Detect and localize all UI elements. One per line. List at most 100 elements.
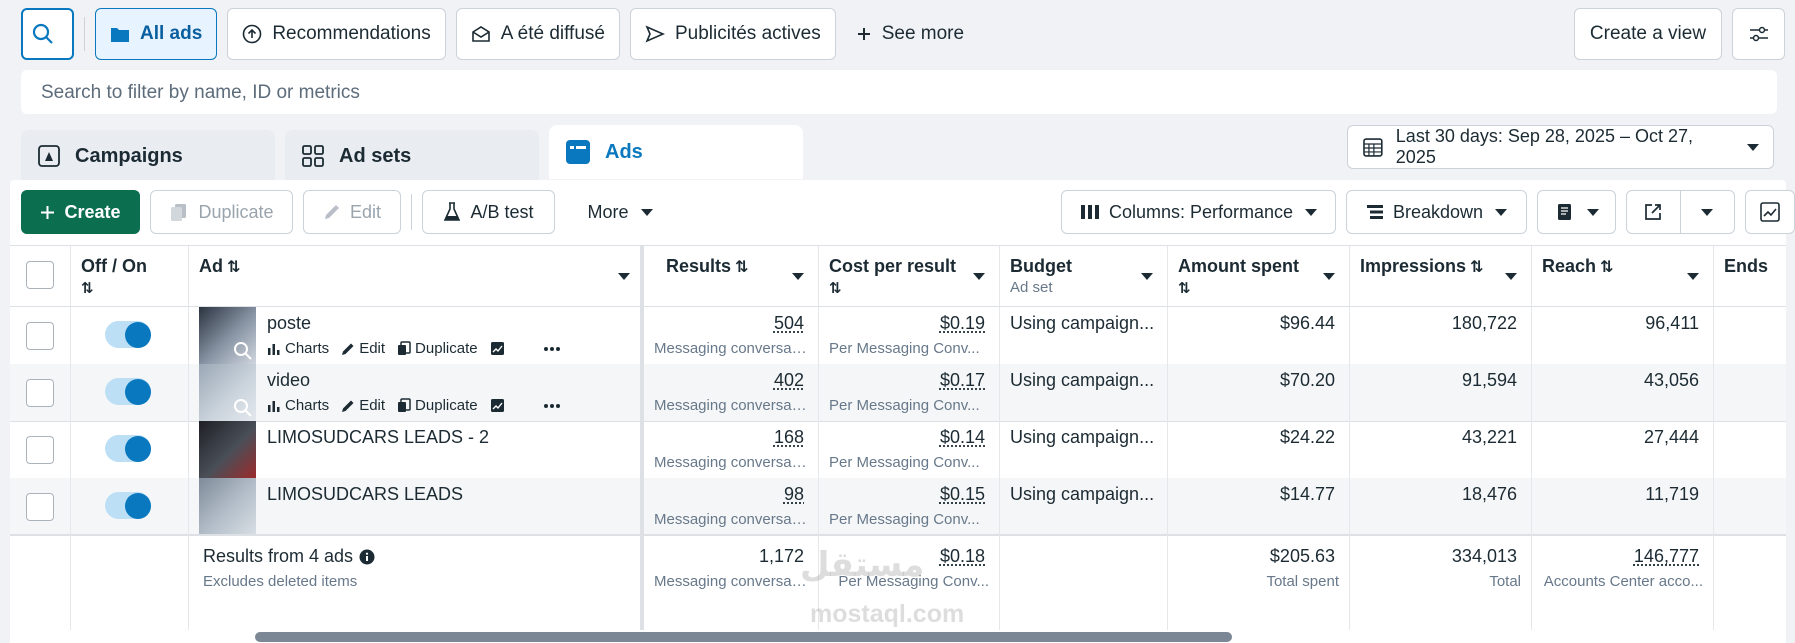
- budget-value: Using campaign...: [1010, 313, 1155, 333]
- ad-name[interactable]: poste: [267, 313, 311, 334]
- ad-name[interactable]: LIMOSUDCARS LEADS - 2: [267, 427, 489, 448]
- watermark-text: mostaql.com: [810, 600, 965, 628]
- search-button[interactable]: [21, 8, 74, 60]
- tab-ad-sets[interactable]: Ad sets: [285, 130, 539, 182]
- impressions-cell: 180,722: [1350, 307, 1532, 364]
- col-impressions[interactable]: Impressions ⇅: [1350, 246, 1532, 306]
- more-horizontal-icon: [543, 346, 560, 351]
- row-duplicate-link[interactable]: Duplicate: [397, 397, 478, 414]
- row-duplicate-link[interactable]: Duplicate: [397, 340, 478, 357]
- col-budget[interactable]: Budget Ad set: [1000, 246, 1168, 306]
- more-button[interactable]: More: [565, 190, 675, 234]
- settings-button[interactable]: [1732, 8, 1785, 60]
- row-charts-link[interactable]: Charts: [267, 397, 329, 414]
- table-row[interactable]: LIMOSUDCARS LEADS 98 Messaging conversat…: [10, 478, 1786, 535]
- ends-cell: [1714, 421, 1786, 478]
- export-button[interactable]: [1627, 191, 1681, 233]
- ad-toggle[interactable]: [105, 321, 151, 348]
- ad-thumbnail[interactable]: [199, 421, 256, 478]
- date-range-picker[interactable]: Last 30 days: Sep 28, 2025 – Oct 27, 202…: [1347, 125, 1774, 169]
- row-more-button[interactable]: [543, 346, 565, 352]
- columns-button[interactable]: Columns: Performance: [1061, 190, 1336, 234]
- table-row[interactable]: LIMOSUDCARS LEADS - 2 168 Messaging conv…: [10, 421, 1786, 478]
- breakdown-button[interactable]: Breakdown: [1346, 190, 1527, 234]
- reports-button[interactable]: [1537, 190, 1616, 234]
- ad-thumbnail[interactable]: [199, 307, 256, 364]
- info-icon[interactable]: [359, 549, 375, 565]
- col-reach[interactable]: Reach ⇅: [1532, 246, 1714, 306]
- ad-thumbnail[interactable]: [199, 478, 256, 535]
- row-checkbox[interactable]: [26, 493, 54, 521]
- ad-toggle[interactable]: [105, 435, 151, 462]
- col-results[interactable]: Results ⇅: [644, 246, 819, 306]
- ad-name[interactable]: video: [267, 370, 310, 391]
- ad-name[interactable]: LIMOSUDCARS LEADS: [267, 484, 463, 505]
- ab-test-button[interactable]: A/B test: [422, 190, 555, 234]
- send-icon: [645, 25, 665, 43]
- row-edit-link[interactable]: Edit: [341, 397, 385, 414]
- reach-cell: 96,411: [1532, 307, 1714, 364]
- view-actions: Create a view: [1574, 8, 1785, 60]
- cpr-value: $0.17: [939, 370, 985, 390]
- reach-cell: 11,719: [1532, 478, 1714, 535]
- tab-label: Ads: [605, 140, 643, 163]
- horizontal-scrollbar[interactable]: [255, 632, 1232, 642]
- row-checkbox[interactable]: [26, 379, 54, 407]
- col-ad[interactable]: Ad ⇅: [189, 246, 640, 306]
- toggle-knob: [125, 322, 151, 348]
- zoom-icon[interactable]: [232, 340, 254, 362]
- row-checkbox[interactable]: [26, 322, 54, 350]
- tab-label: Campaigns: [75, 144, 183, 167]
- row-edit-link[interactable]: Edit: [341, 340, 385, 357]
- edit-button[interactable]: Edit: [303, 190, 401, 234]
- row-action-label: Charts: [285, 397, 330, 414]
- select-all-checkbox[interactable]: [26, 261, 54, 289]
- col-off-on[interactable]: Off / On ⇅: [71, 246, 189, 306]
- row-preview-link[interactable]: [490, 341, 509, 356]
- tab-ads[interactable]: Ads: [549, 125, 803, 179]
- export-menu-button[interactable]: [1681, 191, 1735, 233]
- totals-results: 1,172: [758, 546, 804, 566]
- ad-thumbnail[interactable]: [199, 364, 256, 421]
- view-diffused[interactable]: A été diffusé: [455, 8, 620, 60]
- totals-cpr: $0.18: [939, 546, 985, 566]
- frozen-column-divider[interactable]: [640, 246, 644, 630]
- view-recommendations[interactable]: Recommendations: [227, 8, 446, 60]
- cpr-sub: Per Messaging Conv...: [829, 454, 980, 471]
- row-checkbox[interactable]: [26, 436, 54, 464]
- row-preview-link[interactable]: [490, 398, 509, 413]
- col-ends[interactable]: Ends: [1714, 246, 1786, 306]
- toggle-knob: [125, 493, 151, 519]
- ad-name-cell: video Charts Edit Duplicate: [189, 364, 640, 421]
- ad-toggle[interactable]: [105, 492, 151, 519]
- duplicate-icon: [171, 204, 187, 221]
- col-cost-per-result[interactable]: Cost per result ⇅: [819, 246, 1000, 306]
- cpr-value: $0.15: [939, 484, 985, 504]
- cpr-cell: $0.17 Per Messaging Conv...: [819, 364, 1000, 421]
- cell: [71, 307, 189, 364]
- view-all-ads[interactable]: All ads: [95, 8, 218, 60]
- results-value: 168: [773, 427, 804, 447]
- plus-icon: [41, 205, 55, 219]
- impressions-value: 18,476: [1461, 484, 1517, 504]
- view-active-ads[interactable]: Publicités actives: [629, 8, 836, 60]
- search-input[interactable]: Search to filter by name, ID or metrics: [21, 70, 1777, 114]
- duplicate-button[interactable]: Duplicate: [150, 190, 293, 234]
- see-more-button[interactable]: See more: [846, 8, 974, 60]
- create-view-button[interactable]: Create a view: [1574, 8, 1722, 60]
- tab-campaigns[interactable]: Campaigns: [21, 130, 275, 182]
- table-row[interactable]: video Charts Edit Duplicate 402 Messagin…: [10, 364, 1786, 421]
- impressions-cell: 18,476: [1350, 478, 1532, 535]
- create-button[interactable]: Create: [21, 190, 140, 234]
- ad-toggle[interactable]: [105, 378, 151, 405]
- col-amount-spent[interactable]: Amount spent ⇅: [1168, 246, 1350, 306]
- row-more-button[interactable]: [543, 403, 565, 409]
- ad-layout-icon: [566, 140, 590, 164]
- zoom-icon[interactable]: [232, 397, 254, 419]
- chart-view-button[interactable]: [1745, 190, 1795, 234]
- toolbar: Create Duplicate Edit A/B test More Colu…: [21, 190, 1795, 234]
- row-charts-link[interactable]: Charts: [267, 340, 329, 357]
- table-row[interactable]: poste Charts Edit Duplicate 504 Messagin…: [10, 307, 1786, 364]
- totals-label-cell: Results from 4 ads Excludes deleted item…: [189, 535, 640, 630]
- cpr-value: $0.19: [939, 313, 985, 333]
